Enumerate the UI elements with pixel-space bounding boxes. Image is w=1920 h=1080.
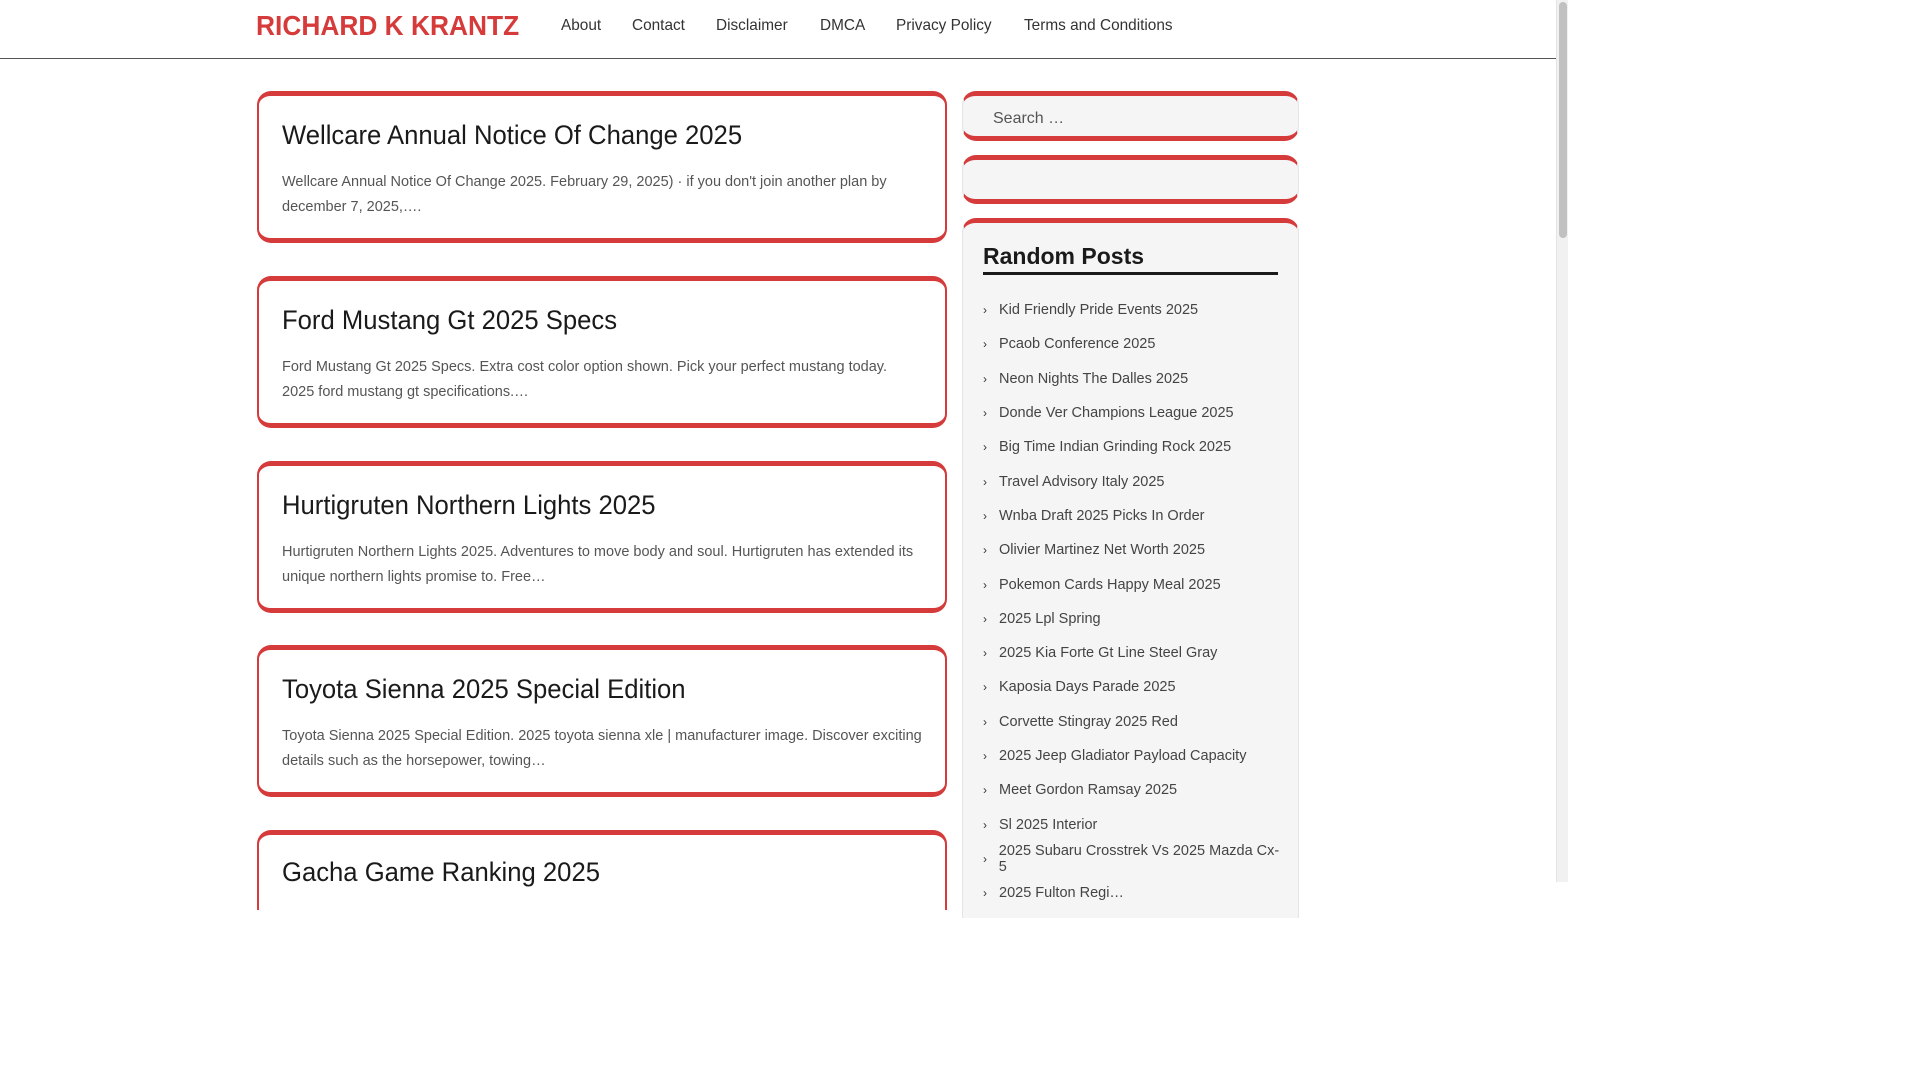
main-nav: About Contact Disclaimer DMCA Privacy Po… bbox=[561, 17, 1208, 35]
random-post-link[interactable]: Kaposia Days Parade 2025 bbox=[999, 679, 1176, 695]
random-post-link[interactable]: Meet Gordon Ramsay 2025 bbox=[999, 782, 1177, 798]
list-item: › Travel Advisory Italy 2025 bbox=[983, 464, 1283, 498]
empty-widget bbox=[962, 155, 1299, 204]
chevron-right-icon: › bbox=[983, 646, 987, 661]
random-post-link[interactable]: Pokemon Cards Happy Meal 2025 bbox=[999, 577, 1221, 593]
list-item: › Donde Ver Champions League 2025 bbox=[983, 396, 1283, 430]
chevron-right-icon: › bbox=[983, 474, 987, 489]
nav-disclaimer[interactable]: Disclaimer bbox=[716, 17, 788, 35]
post-excerpt: Toyota Sienna 2025 Special Edition. 2025… bbox=[282, 728, 922, 769]
chevron-right-icon: › bbox=[983, 817, 987, 832]
list-item: › Kaposia Days Parade 2025 bbox=[983, 670, 1283, 704]
chevron-right-icon: › bbox=[983, 680, 987, 695]
random-post-link[interactable]: Wnba Draft 2025 Picks In Order bbox=[999, 508, 1205, 524]
chevron-right-icon: › bbox=[983, 440, 987, 455]
chevron-right-icon: › bbox=[983, 886, 987, 901]
random-post-link[interactable]: Neon Nights The Dalles 2025 bbox=[999, 371, 1188, 387]
chevron-right-icon: › bbox=[983, 851, 987, 866]
random-post-link[interactable]: Corvette Stingray 2025 Red bbox=[999, 714, 1178, 730]
list-item: › 2025 Subaru Crosstrek Vs 2025 Mazda Cx-… bbox=[983, 842, 1283, 876]
random-post-link[interactable]: 2025 Fulton Regi… bbox=[999, 885, 1124, 901]
post-title-link[interactable]: Wellcare Annual Notice Of Change 2025 bbox=[282, 120, 742, 151]
search-widget bbox=[962, 91, 1299, 141]
random-posts-widget: Random Posts › Kid Friendly Pride Events … bbox=[962, 218, 1299, 918]
random-post-link[interactable]: Big Time Indian Grinding Rock 2025 bbox=[999, 439, 1231, 455]
site-title-link[interactable]: RICHARD K KRANTZ bbox=[256, 10, 519, 42]
random-post-link[interactable]: Olivier Martinez Net Worth 2025 bbox=[999, 542, 1205, 558]
nav-about[interactable]: About bbox=[561, 17, 601, 35]
nav-terms-and-conditions[interactable]: Terms and Conditions bbox=[1024, 17, 1173, 35]
list-item: › Pcaob Conference 2025 bbox=[983, 327, 1283, 361]
random-post-link[interactable]: 2025 Jeep Gladiator Payload Capacity bbox=[999, 748, 1246, 764]
nav-dmca[interactable]: DMCA bbox=[820, 17, 865, 35]
random-post-link[interactable]: 2025 Kia Forte Gt Line Steel Gray bbox=[999, 645, 1217, 661]
chevron-right-icon: › bbox=[983, 749, 987, 763]
random-post-link[interactable]: 2025 Lpl Spring bbox=[999, 611, 1101, 627]
post-title-link[interactable]: Toyota Sienna 2025 Special Edition bbox=[282, 674, 686, 705]
post-card: Toyota Sienna 2025 Special Edition Toyot… bbox=[257, 645, 947, 797]
chevron-right-icon: › bbox=[983, 406, 987, 421]
post-title-link[interactable]: Gacha Game Ranking 2025 bbox=[282, 857, 600, 888]
chevron-right-icon: › bbox=[983, 543, 987, 558]
random-posts-list: › Kid Friendly Pride Events 2025 › Pcaob C… bbox=[983, 293, 1283, 910]
list-item: › 2025 Kia Forte Gt Line Steel Gray bbox=[983, 636, 1283, 670]
list-item: › Corvette Stingray 2025 Red bbox=[983, 705, 1283, 739]
random-post-link[interactable]: Sl 2025 Interior bbox=[999, 817, 1097, 833]
list-item: › Pokemon Cards Happy Meal 2025 bbox=[983, 567, 1283, 601]
random-posts-title: Random Posts bbox=[983, 243, 1278, 275]
chevron-right-icon: › bbox=[983, 577, 987, 592]
nav-privacy-policy[interactable]: Privacy Policy bbox=[896, 17, 992, 35]
post-card: Wellcare Annual Notice Of Change 2025 We… bbox=[257, 91, 947, 243]
list-item: › Big Time Indian Grinding Rock 2025 bbox=[983, 430, 1283, 464]
site-header: RICHARD K KRANTZ About Contact Disclaime… bbox=[0, 0, 1556, 59]
random-post-link[interactable]: Travel Advisory Italy 2025 bbox=[999, 474, 1164, 490]
post-excerpt: Ford Mustang Gt 2025 Specs. Extra cost c… bbox=[282, 359, 887, 400]
list-item: › Neon Nights The Dalles 2025 bbox=[983, 362, 1283, 396]
post-title-link[interactable]: Ford Mustang Gt 2025 Specs bbox=[282, 305, 617, 336]
chevron-right-icon: › bbox=[983, 337, 987, 352]
search-input[interactable] bbox=[993, 104, 1283, 134]
post-card: Gacha Game Ranking 2025 bbox=[257, 830, 947, 910]
page-scrollbar[interactable] bbox=[1556, 0, 1568, 882]
scrollbar-thumb[interactable] bbox=[1559, 2, 1567, 238]
list-item: › Meet Gordon Ramsay 2025 bbox=[983, 773, 1283, 807]
post-card: Ford Mustang Gt 2025 Specs Ford Mustang … bbox=[257, 276, 947, 428]
random-post-link[interactable]: Donde Ver Champions League 2025 bbox=[999, 405, 1234, 421]
chevron-right-icon: › bbox=[983, 371, 987, 386]
chevron-right-icon: › bbox=[983, 508, 987, 523]
post-excerpt: Wellcare Annual Notice Of Change 2025. F… bbox=[282, 174, 887, 215]
list-item: › Kid Friendly Pride Events 2025 bbox=[983, 293, 1283, 327]
random-post-link[interactable]: Pcaob Conference 2025 bbox=[999, 336, 1155, 352]
list-item: › Olivier Martinez Net Worth 2025 bbox=[983, 533, 1283, 567]
post-title-link[interactable]: Hurtigruten Northern Lights 2025 bbox=[282, 490, 656, 521]
list-item: › Wnba Draft 2025 Picks In Order bbox=[983, 499, 1283, 533]
list-item: › 2025 Jeep Gladiator Payload Capacity bbox=[983, 739, 1283, 773]
list-item: › 2025 Fulton Regi… bbox=[983, 876, 1283, 910]
post-card: Hurtigruten Northern Lights 2025 Hurtigr… bbox=[257, 461, 947, 613]
random-post-link[interactable]: Kid Friendly Pride Events 2025 bbox=[999, 302, 1198, 318]
list-item: › Sl 2025 Interior bbox=[983, 807, 1283, 841]
chevron-right-icon: › bbox=[983, 783, 987, 798]
chevron-right-icon: › bbox=[983, 303, 987, 318]
chevron-right-icon: › bbox=[983, 611, 987, 626]
list-item: › 2025 Lpl Spring bbox=[983, 602, 1283, 636]
chevron-right-icon: › bbox=[983, 714, 987, 729]
random-post-link[interactable]: 2025 Subaru Crosstrek Vs 2025 Mazda Cx-5 bbox=[999, 843, 1283, 875]
nav-contact[interactable]: Contact bbox=[632, 17, 685, 35]
post-excerpt: Hurtigruten Northern Lights 2025. Advent… bbox=[282, 544, 914, 585]
